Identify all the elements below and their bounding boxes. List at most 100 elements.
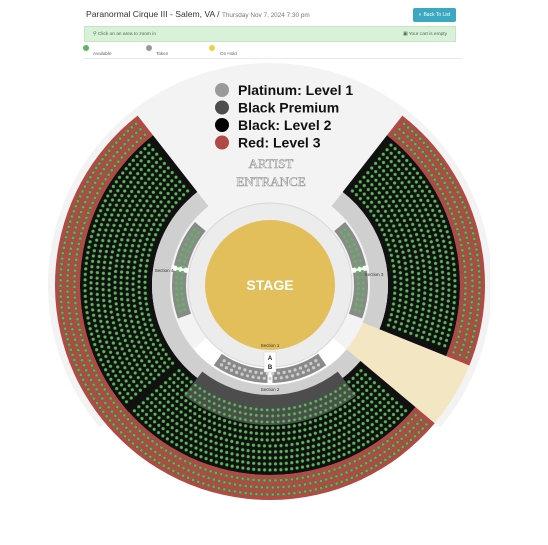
seat[interactable] <box>254 407 258 412</box>
seat[interactable] <box>73 263 78 268</box>
seat[interactable] <box>75 220 80 225</box>
seat[interactable] <box>432 227 436 232</box>
seat[interactable] <box>122 254 126 258</box>
seat[interactable] <box>413 189 418 193</box>
seat[interactable] <box>219 436 223 441</box>
seat[interactable] <box>174 406 179 411</box>
seat[interactable] <box>321 447 326 452</box>
seat[interactable] <box>233 427 237 432</box>
seat[interactable] <box>157 460 161 465</box>
seat[interactable] <box>390 396 395 401</box>
seat[interactable] <box>418 198 423 202</box>
seat[interactable] <box>228 432 232 437</box>
seat[interactable] <box>115 258 119 263</box>
seat[interactable] <box>176 264 181 268</box>
seat[interactable] <box>402 194 407 198</box>
seat[interactable] <box>362 200 366 205</box>
seat[interactable] <box>390 208 394 213</box>
seat[interactable] <box>130 353 134 358</box>
seat[interactable] <box>222 399 226 404</box>
seat[interactable] <box>404 223 409 228</box>
seat[interactable] <box>401 140 406 144</box>
seat[interactable] <box>348 245 352 249</box>
seat[interactable] <box>106 345 111 350</box>
seat[interactable] <box>137 290 141 295</box>
seat[interactable] <box>373 388 377 393</box>
seat[interactable] <box>224 456 229 461</box>
seat[interactable] <box>295 466 299 470</box>
seat[interactable] <box>139 306 143 311</box>
seat[interactable] <box>68 316 73 321</box>
seat[interactable] <box>219 449 224 453</box>
seat[interactable] <box>443 224 448 229</box>
seat[interactable] <box>408 254 412 258</box>
seat[interactable] <box>149 337 153 342</box>
seat[interactable] <box>80 189 85 194</box>
seat[interactable] <box>158 400 162 405</box>
seat[interactable] <box>96 213 101 218</box>
seat[interactable] <box>427 309 431 313</box>
seat[interactable] <box>240 476 245 481</box>
seat[interactable] <box>128 314 133 318</box>
seat[interactable] <box>390 307 395 312</box>
seat[interactable] <box>111 184 116 189</box>
seat[interactable] <box>462 259 466 263</box>
seat[interactable] <box>125 222 130 227</box>
seat[interactable] <box>202 416 207 421</box>
seat[interactable] <box>358 180 363 184</box>
seat[interactable] <box>179 395 184 400</box>
seat[interactable] <box>147 380 152 385</box>
seat[interactable] <box>199 448 203 452</box>
seat[interactable] <box>420 335 425 340</box>
seat[interactable] <box>452 267 457 272</box>
seat[interactable] <box>71 236 75 240</box>
seat[interactable] <box>102 304 107 308</box>
seat[interactable] <box>463 292 468 296</box>
seat[interactable] <box>257 449 261 454</box>
seat[interactable] <box>175 292 179 296</box>
seat[interactable] <box>100 382 104 387</box>
seat[interactable] <box>281 425 286 430</box>
seat[interactable] <box>158 173 163 178</box>
seat[interactable] <box>130 134 135 139</box>
seat[interactable] <box>161 434 165 438</box>
seat[interactable] <box>238 490 242 495</box>
seat[interactable] <box>358 196 363 201</box>
seat[interactable] <box>156 204 160 209</box>
seat[interactable] <box>421 302 426 306</box>
seat[interactable] <box>132 358 137 362</box>
seat[interactable] <box>116 188 120 193</box>
seat[interactable] <box>125 208 129 213</box>
seat[interactable] <box>464 332 469 337</box>
seat[interactable] <box>421 180 426 184</box>
seat[interactable] <box>461 342 466 347</box>
seat[interactable] <box>243 405 248 410</box>
seat[interactable] <box>191 240 195 244</box>
seat[interactable] <box>308 488 313 493</box>
seat[interactable] <box>96 176 100 180</box>
seat[interactable] <box>276 419 280 424</box>
seat[interactable] <box>300 453 305 457</box>
seat[interactable] <box>306 458 310 462</box>
seat[interactable] <box>416 299 420 303</box>
seat[interactable] <box>122 133 126 137</box>
seat[interactable] <box>225 463 229 467</box>
seat[interactable] <box>58 278 63 283</box>
seat[interactable] <box>65 284 70 289</box>
seat[interactable] <box>126 303 131 308</box>
seat[interactable] <box>313 425 318 429</box>
seat[interactable] <box>140 218 145 222</box>
seat[interactable] <box>99 243 104 248</box>
seat[interactable] <box>477 291 482 295</box>
seat[interactable] <box>276 371 281 375</box>
seat[interactable] <box>436 324 440 328</box>
seat[interactable] <box>174 200 178 205</box>
seat[interactable] <box>133 425 138 429</box>
seat[interactable] <box>116 159 121 164</box>
seat[interactable] <box>104 314 108 319</box>
seat[interactable] <box>139 208 143 212</box>
seat[interactable] <box>404 272 409 277</box>
seat[interactable] <box>211 484 216 489</box>
seat[interactable] <box>161 411 166 416</box>
seat[interactable] <box>136 244 141 248</box>
